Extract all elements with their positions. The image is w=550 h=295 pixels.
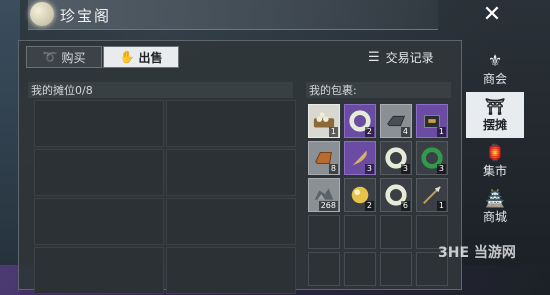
stall-slot[interactable]: [34, 198, 164, 245]
trade-records-label: 交易记录: [385, 50, 434, 65]
bag-slot[interactable]: 1: [308, 104, 340, 138]
bag-slot-empty[interactable]: [380, 215, 412, 249]
bag-slot[interactable]: 1: [416, 104, 448, 138]
list-icon: ☰: [368, 49, 380, 65]
bag-slot[interactable]: 6: [380, 178, 412, 212]
background-scenery-left: [0, 0, 20, 295]
side-menu-item[interactable]: ⛩ 摆摊: [466, 92, 524, 138]
stall-icon: ⛩: [484, 96, 506, 116]
item-count: 2: [364, 127, 374, 137]
side-menu-item[interactable]: ⚜ 商会: [466, 46, 524, 92]
item-count: 3: [436, 164, 446, 174]
item-count: 1: [328, 127, 338, 137]
tab-buy[interactable]: ➰ 购买: [26, 46, 102, 68]
moon-emblem-icon: [30, 2, 54, 26]
close-button[interactable]: ✕: [478, 2, 506, 28]
item-count: 2: [364, 201, 374, 211]
bag-grid: 1 2 4 1 8 3 3 3 268 2 6 1: [308, 104, 448, 286]
guild-icon: ⚜: [487, 50, 503, 70]
bag-slot-empty[interactable]: [380, 252, 412, 286]
item-count: 3: [364, 164, 374, 174]
bag-slot-empty[interactable]: [344, 215, 376, 249]
bag-slot[interactable]: 4: [380, 104, 412, 138]
bag-slot[interactable]: 1: [416, 178, 448, 212]
stall-slot[interactable]: [34, 149, 164, 196]
side-menu-item[interactable]: 🏯 商城: [466, 184, 524, 230]
bag-slot-empty[interactable]: [308, 215, 340, 249]
bag-slot-empty[interactable]: [344, 252, 376, 286]
bag-slot[interactable]: 3: [380, 141, 412, 175]
side-menu-label: 集市: [482, 163, 507, 178]
bag-slot[interactable]: 3: [416, 141, 448, 175]
my-stall-label: 我的摊位0/8: [28, 82, 293, 98]
bag-slot[interactable]: 2: [344, 104, 376, 138]
stall-grid: [34, 100, 296, 294]
my-bag-label: 我的包裹:: [306, 82, 451, 98]
bag-slot[interactable]: 3: [344, 141, 376, 175]
item-count: 3: [400, 164, 410, 174]
side-menu-label: 商会: [482, 71, 507, 86]
stall-slot[interactable]: [34, 100, 164, 147]
side-menu: ⚜ 商会 ⛩ 摆摊 🏮 集市 🏯 商城: [466, 40, 524, 250]
stall-slot[interactable]: [166, 247, 296, 294]
stall-slot[interactable]: [34, 247, 164, 294]
sell-hand-icon: ✋: [119, 50, 135, 64]
tab-buy-label: 购买: [61, 50, 86, 65]
item-count: 6: [400, 201, 410, 211]
tab-sell-label: 出售: [138, 50, 163, 65]
side-menu-label: 摆摊: [482, 117, 507, 132]
side-menu-item[interactable]: 🏮 集市: [466, 138, 524, 184]
stall-slot[interactable]: [166, 198, 296, 245]
item-count: 4: [400, 127, 410, 137]
bag-slot-empty[interactable]: [308, 252, 340, 286]
bag-slot[interactable]: 268: [308, 178, 340, 212]
tab-sell[interactable]: ✋ 出售: [103, 46, 179, 68]
bag-slot[interactable]: 2: [344, 178, 376, 212]
item-count: 268: [318, 201, 338, 211]
window-title: 珍宝阁: [60, 7, 112, 25]
item-count: 8: [328, 164, 338, 174]
watermark: 3HE 当游网: [438, 245, 516, 261]
trade-records-button[interactable]: ☰ 交易记录: [368, 47, 456, 67]
buy-icon: ➰: [42, 50, 58, 64]
stall-slot[interactable]: [166, 100, 296, 147]
side-menu-label: 商城: [482, 209, 507, 224]
item-count: 1: [436, 201, 446, 211]
item-count: 1: [436, 127, 446, 137]
stall-slot[interactable]: [166, 149, 296, 196]
mall-icon: 🏯: [485, 188, 505, 208]
market-icon: 🏮: [485, 142, 505, 162]
bag-slot[interactable]: 8: [308, 141, 340, 175]
